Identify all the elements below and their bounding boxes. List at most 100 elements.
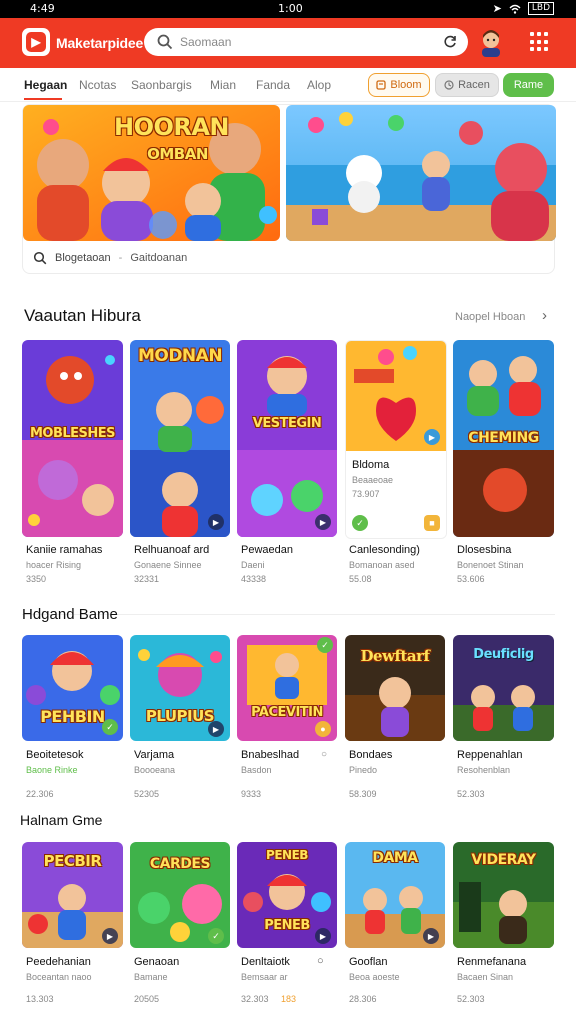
app-header: ▶ Maketarpidee Saomaan bbox=[0, 18, 576, 68]
game-subtitle: Pinedo bbox=[349, 765, 378, 775]
tab-hegaan[interactable]: Hegaan bbox=[24, 78, 67, 92]
game-count: 3350 bbox=[26, 574, 47, 584]
search-icon[interactable] bbox=[33, 251, 47, 265]
play-badge-icon: ▶ bbox=[315, 514, 331, 530]
app-name: Maketarpidee bbox=[56, 35, 144, 51]
rame-button[interactable]: Rame bbox=[503, 73, 554, 97]
game-cover: PACEVITIN ● ✓ bbox=[237, 635, 337, 741]
game-subtitle: Gonaene Sinnee bbox=[134, 560, 202, 570]
banner-footer-right[interactable]: Gaitdoanan bbox=[130, 252, 187, 264]
game-cover: MOBLESHES bbox=[22, 340, 123, 537]
game-panel-title: Bldoma bbox=[352, 459, 390, 471]
verified-badge-icon: ✓ bbox=[102, 719, 118, 735]
game-subtitle: Bomanoan ased bbox=[349, 560, 415, 570]
game-count: 52.303 bbox=[457, 789, 485, 799]
search-bar[interactable]: Saomaan bbox=[144, 28, 468, 56]
more-options-icon[interactable]: ○ bbox=[321, 749, 327, 760]
apps-grid-icon[interactable] bbox=[530, 32, 550, 52]
app-logo[interactable]: ▶ bbox=[22, 28, 50, 56]
featured-banner-left[interactable]: HOORAN OMBAN bbox=[23, 105, 280, 241]
tab-saonbargis[interactable]: Saonbargis bbox=[131, 78, 192, 92]
see-all-link[interactable]: Naopel Hboan bbox=[455, 311, 525, 323]
verified-badge-icon: ✓ bbox=[352, 515, 368, 531]
game-count: 53.606 bbox=[457, 574, 485, 584]
refresh-icon[interactable] bbox=[442, 34, 458, 50]
banner-footer-left[interactable]: Blogetaoan bbox=[55, 252, 111, 264]
game-cover-title: Dewftarf bbox=[360, 647, 430, 665]
game-cover-title: CHEMING bbox=[468, 430, 539, 446]
featured-banner-card: HOORAN OMBAN Blogetaoan - Gaitdoanan bbox=[22, 104, 556, 274]
game-subtitle: Resohenblan bbox=[457, 765, 511, 775]
game-title: Bondaes bbox=[349, 749, 393, 761]
game-cover: PECBIR ▶ bbox=[22, 842, 123, 948]
game-cover: CHEMING bbox=[453, 340, 554, 537]
game-title: Renmefanana bbox=[457, 956, 527, 968]
status-icons: ➤ LBD bbox=[493, 2, 554, 15]
game-title: Relhuanoaf ard bbox=[134, 544, 210, 556]
more-options-icon[interactable]: ○ bbox=[317, 955, 324, 967]
section-title-1: Vaautan Hibura bbox=[24, 306, 141, 325]
play-badge-icon: ▶ bbox=[208, 514, 224, 530]
game-count: 22.306 bbox=[26, 789, 54, 799]
game-subtitle: Bamane bbox=[134, 972, 168, 982]
racen-button[interactable]: Racen bbox=[435, 73, 499, 97]
tab-ncotas[interactable]: Ncotas bbox=[79, 78, 116, 92]
bookmark-icon bbox=[376, 80, 387, 90]
status-clock: 1:00 bbox=[278, 2, 303, 15]
tab-fanda[interactable]: Fanda bbox=[256, 78, 290, 92]
game-subtitle: Basdon bbox=[241, 765, 272, 775]
game-subtitle: Baone Rinke bbox=[26, 765, 78, 775]
search-input[interactable]: Saomaan bbox=[180, 35, 231, 49]
game-title: Reppenahlan bbox=[457, 749, 523, 761]
featured-banner-right[interactable] bbox=[286, 105, 556, 241]
verified-badge-icon: ✓ bbox=[317, 637, 333, 653]
game-cover-title: DAMA bbox=[372, 850, 418, 866]
game-cover-title: Deuficlig bbox=[473, 647, 534, 662]
play-badge-icon: ▶ bbox=[423, 928, 439, 944]
clock-icon bbox=[444, 80, 454, 90]
play-badge-icon: ▶ bbox=[102, 928, 118, 944]
game-subtitle: Beoa aoeste bbox=[349, 972, 400, 982]
game-cover-title-top: PENEB bbox=[266, 848, 308, 862]
banner-left-subtitle: OMBAN bbox=[147, 145, 208, 163]
game-cover: PEHBIN ✓ bbox=[22, 635, 123, 741]
game-subtitle: Boceantan naoo bbox=[26, 972, 92, 982]
game-subtitle: Bemsaar ar bbox=[241, 972, 288, 982]
play-badge-icon: ▶ bbox=[208, 721, 224, 737]
game-count: 58.309 bbox=[349, 789, 377, 799]
bloom-button[interactable]: Bloom bbox=[368, 73, 430, 97]
tab-alop[interactable]: Alop bbox=[307, 78, 331, 92]
coin-badge-icon: ■ bbox=[424, 515, 440, 531]
game-count: 52.303 bbox=[457, 994, 485, 1004]
play-logo-icon: ▶ bbox=[26, 32, 46, 52]
game-title: Gooflan bbox=[349, 956, 388, 968]
banner-left-title: HOORAN bbox=[113, 113, 230, 141]
game-count: 9333 bbox=[241, 789, 262, 799]
game-cover: VIDERAY bbox=[453, 842, 554, 948]
play-badge-icon: ▶ bbox=[424, 429, 440, 445]
verified-badge-icon: ✓ bbox=[208, 928, 224, 944]
tab-mian[interactable]: Mian bbox=[210, 78, 236, 92]
game-cover-title: CARDES bbox=[149, 856, 211, 872]
game-subtitle: Boooeana bbox=[134, 765, 176, 775]
game-cover: VESTEGIN ▶ bbox=[237, 340, 337, 537]
game-cover: Dewftarf bbox=[345, 635, 445, 741]
status-time: 4:49 bbox=[30, 2, 55, 15]
active-tab-indicator bbox=[24, 98, 62, 100]
avatar[interactable] bbox=[478, 27, 504, 57]
game-cover-title: PECBIR bbox=[43, 852, 102, 870]
battery-indicator: LBD bbox=[527, 2, 554, 15]
game-count: 20505 bbox=[134, 994, 160, 1004]
game-title: Dlosesbina bbox=[457, 544, 512, 556]
game-title: Genaoan bbox=[134, 956, 180, 968]
chevron-right-icon[interactable]: › bbox=[542, 307, 547, 324]
game-title: Beoitetesok bbox=[26, 749, 84, 761]
game-cover-title: MOBLESHES bbox=[29, 426, 116, 441]
game-count: 52305 bbox=[134, 789, 160, 799]
location-icon: ➤ bbox=[492, 2, 502, 15]
bloom-label: Bloom bbox=[390, 79, 422, 91]
game-title: Kaniie ramahas bbox=[26, 544, 103, 556]
game-subtitle: hoacer Rising bbox=[26, 560, 82, 570]
game-title: Pewaedan bbox=[241, 544, 293, 556]
play-badge-icon: ▶ bbox=[315, 928, 331, 944]
